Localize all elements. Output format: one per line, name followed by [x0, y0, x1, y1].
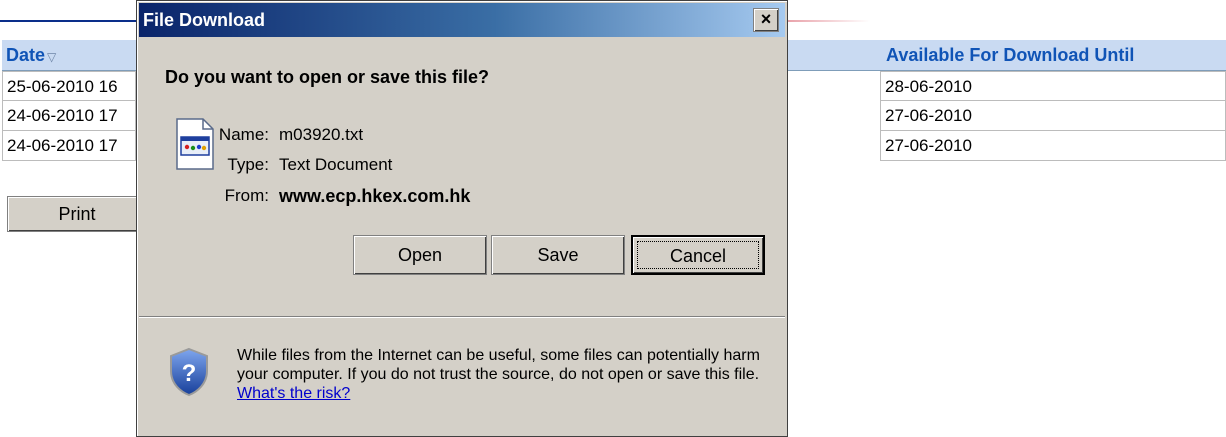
- column-header-available[interactable]: Available For Download Until: [886, 42, 1134, 68]
- page-top-rule-accent: [786, 20, 870, 22]
- dialog-titlebar[interactable]: File Download ×: [139, 3, 785, 37]
- table-cell-available: 27-06-2010: [880, 101, 1226, 131]
- file-source-label: From:: [224, 186, 269, 205]
- save-button[interactable]: Save: [491, 235, 625, 275]
- table-cell-available: 28-06-2010: [880, 71, 1226, 101]
- svg-text:?: ?: [182, 360, 197, 387]
- dialog-question: Do you want to open or save this file?: [165, 67, 490, 87]
- file-type-label: Type:: [227, 155, 269, 174]
- security-warning-text: While files from the Internet can be use…: [237, 347, 760, 383]
- whats-the-risk-link[interactable]: What's the risk?: [237, 385, 350, 402]
- security-warning: While files from the Internet can be use…: [237, 346, 777, 403]
- column-header-date[interactable]: Date ▽: [6, 42, 56, 70]
- table-cell-date: 24-06-2010 17: [2, 101, 136, 131]
- open-button[interactable]: Open: [353, 235, 487, 275]
- dialog-separator-highlight: [139, 317, 785, 318]
- table-date-column: 25-06-2010 16 24-06-2010 17 24-06-2010 1…: [2, 71, 136, 161]
- close-icon: ×: [760, 9, 772, 29]
- cancel-button[interactable]: Cancel: [631, 235, 765, 275]
- column-header-date-label: Date: [6, 45, 46, 65]
- table-cell-available: 27-06-2010: [880, 131, 1226, 161]
- file-type-value: Text Document: [279, 155, 393, 174]
- table-cell-date: 25-06-2010 16: [2, 71, 136, 101]
- security-shield-icon: ?: [170, 347, 208, 397]
- table-available-column: 28-06-2010 27-06-2010 27-06-2010: [880, 71, 1226, 161]
- focus-rectangle: [637, 241, 759, 269]
- file-source-value: www.ecp.hkex.com.hk: [279, 186, 471, 206]
- sort-down-icon: ▽: [47, 50, 57, 64]
- print-button[interactable]: Print: [7, 196, 147, 232]
- file-name-value: m03920.txt: [279, 125, 364, 144]
- file-download-dialog: File Download × Do you want to open or s…: [136, 0, 788, 437]
- dialog-title: File Download: [143, 10, 266, 30]
- close-button[interactable]: ×: [753, 8, 779, 32]
- page-top-rule: [0, 20, 140, 22]
- table-cell-date: 24-06-2010 17: [2, 131, 136, 161]
- file-name-label: Name:: [218, 125, 269, 144]
